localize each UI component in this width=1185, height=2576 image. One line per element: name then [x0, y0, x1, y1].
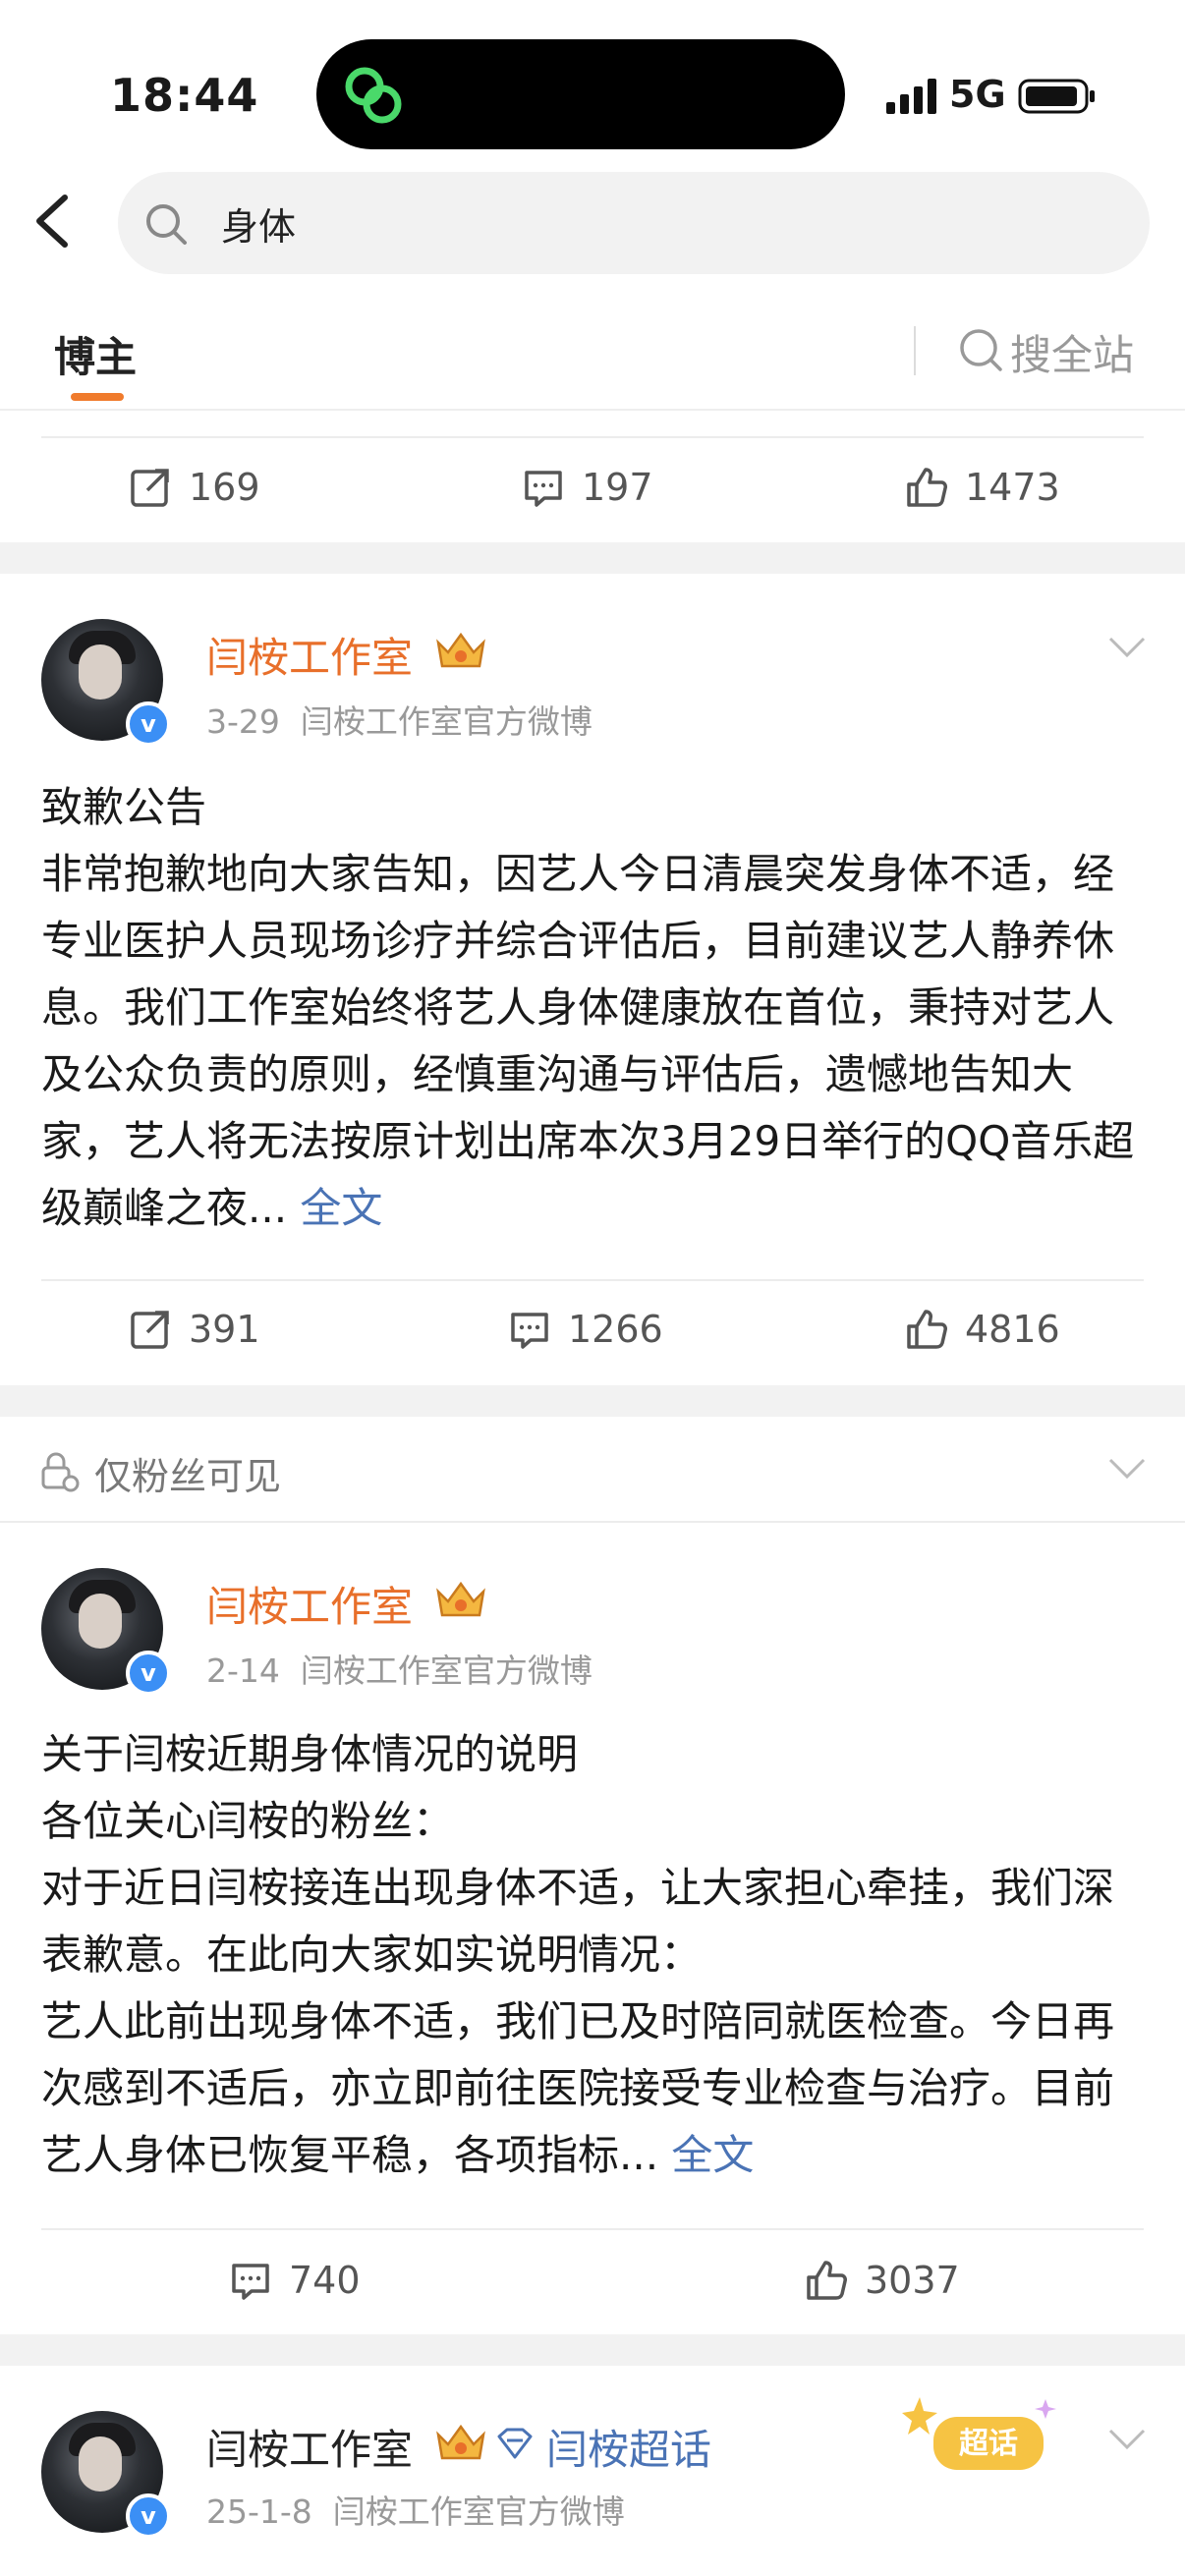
search-icon [146, 204, 187, 245]
visibility-label: 仅粉丝可见 [94, 1455, 282, 1498]
header-divider [0, 409, 1185, 411]
post-body[interactable]: 关于闫桉近期身体情况的说明 各位关心闫桉的粉丝： 对于近日闫桉接连出现身体不适，… [41, 1721, 1152, 2189]
super-topic-sticker: 超话 [902, 2397, 1056, 2470]
comment-icon [525, 471, 562, 507]
post-meta: 25-1-8 闫桉工作室官方微博 [206, 2486, 625, 2533]
thumbs-up-icon [807, 2261, 847, 2300]
chevron-down-icon[interactable] [1106, 1456, 1148, 1482]
site-search-button[interactable]: 搜全站 [1010, 322, 1134, 382]
site-search-icon[interactable] [958, 327, 1003, 372]
post-date: 3-29 [206, 702, 280, 741]
divider [0, 1521, 1185, 1523]
search-query[interactable]: 身体 [221, 196, 296, 251]
post-meta: 2-14 闫桉工作室官方微博 [206, 1645, 592, 1692]
post-source: 闫桉工作室官方微博 [332, 2492, 625, 2531]
post-source: 闫桉工作室官方微博 [300, 702, 592, 741]
crown-badge-icon [436, 1581, 485, 1617]
post-text: 致歉公告 非常抱歉地向大家告知，因艺人今日清晨突发身体不适，经专业医护人员现场诊… [41, 783, 1135, 1232]
feed-separator [0, 2334, 1185, 2366]
full-text-link[interactable]: 全文 [300, 1184, 382, 1232]
verified-badge: v [126, 1651, 171, 1696]
comment-count: 740 [289, 2259, 361, 2302]
post-text: 关于闫桉近期身体情况的说明 各位关心闫桉的粉丝： 对于近日闫桉接连出现身体不适，… [41, 1730, 1115, 2179]
repost-icon [131, 1311, 169, 1349]
comment-count: 197 [582, 466, 653, 509]
signal-icon [886, 79, 936, 114]
like-button[interactable]: 4816 [904, 1307, 1060, 1352]
like-button[interactable]: 3037 [804, 2258, 960, 2303]
tab-active-indicator [71, 393, 124, 401]
repost-count: 169 [189, 466, 260, 509]
author-name[interactable]: 闫桉工作室 [206, 2417, 413, 2477]
like-count: 1473 [965, 466, 1060, 509]
post-date: 25-1-8 [206, 2492, 312, 2531]
divider [41, 436, 1144, 438]
author-name[interactable]: 闫桉工作室 [206, 625, 413, 685]
full-text-link[interactable]: 全文 [671, 2131, 754, 2179]
crown-badge-icon [436, 632, 485, 668]
comment-button[interactable]: 1266 [507, 1307, 663, 1352]
super-topic-sticker-label: 超话 [959, 2428, 1018, 2460]
like-button[interactable]: 1473 [904, 465, 1060, 510]
author-name[interactable]: 闫桉工作室 [206, 1574, 413, 1634]
comment-icon [232, 2264, 269, 2300]
crown-badge-icon [436, 2424, 485, 2460]
super-topic-link[interactable]: 闫桉超话 [546, 2417, 711, 2477]
tab-bloggers[interactable]: 博主 [54, 324, 137, 384]
network-label: 5G [949, 73, 1006, 116]
like-count: 3037 [865, 2259, 960, 2302]
divider [41, 2228, 1144, 2230]
post-meta: 3-29 闫桉工作室官方微博 [206, 696, 592, 743]
feed-separator [0, 542, 1185, 574]
post-date: 2-14 [206, 1652, 280, 1690]
diamond-icon [497, 2428, 533, 2459]
link-app-icon [345, 67, 402, 124]
back-icon[interactable] [28, 192, 77, 251]
repost-button[interactable]: 391 [128, 1307, 260, 1352]
thumbs-up-icon [907, 468, 947, 507]
chevron-down-icon[interactable] [1106, 2427, 1148, 2452]
tab-divider [914, 326, 916, 375]
thumbs-up-icon [907, 1310, 947, 1349]
comment-icon [511, 1313, 548, 1349]
post-source: 闫桉工作室官方微博 [300, 1652, 592, 1690]
like-count: 4816 [965, 1308, 1060, 1351]
verified-badge: v [126, 2493, 171, 2539]
repost-count: 391 [189, 1308, 260, 1351]
divider [41, 1279, 1144, 1281]
repost-icon [131, 469, 169, 507]
verified-badge: v [126, 701, 171, 747]
comment-count: 1266 [568, 1308, 663, 1351]
post-body[interactable]: 致歉公告 非常抱歉地向大家告知，因艺人今日清晨突发身体不适，经专业医护人员现场诊… [41, 774, 1152, 1242]
comment-button[interactable]: 197 [521, 465, 653, 510]
battery-icon [1018, 79, 1095, 114]
status-time: 18:44 [110, 69, 259, 122]
comment-button[interactable]: 740 [228, 2258, 361, 2303]
repost-button[interactable]: 169 [128, 465, 260, 510]
feed-separator [0, 1385, 1185, 1417]
lock-icon [41, 1452, 80, 1492]
chevron-down-icon[interactable] [1106, 635, 1148, 660]
